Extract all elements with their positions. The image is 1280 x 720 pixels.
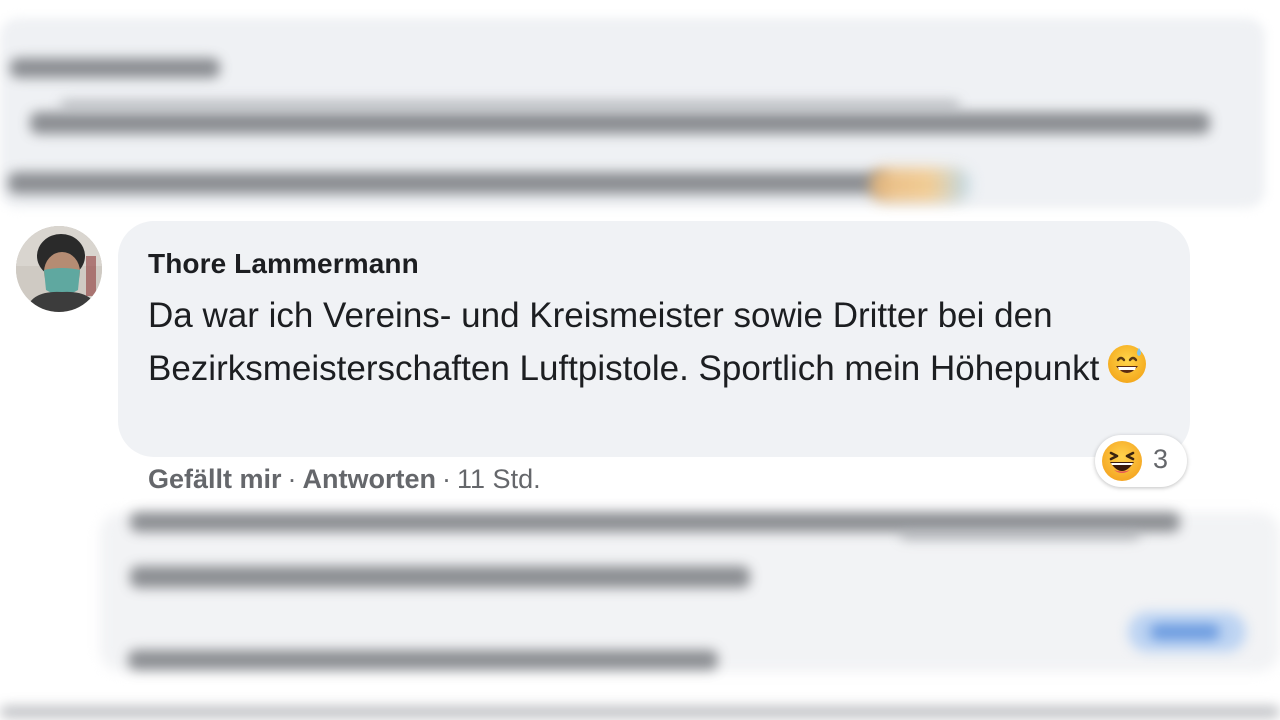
blurred-text-line [8,172,888,194]
like-button[interactable]: Gefällt mir [148,464,282,494]
blurred-text-line [60,100,960,110]
laughing-face-icon [1101,440,1143,482]
blurred-emoji [870,168,970,202]
blurred-text-line [130,566,750,588]
avatar-image [16,226,102,312]
reaction-count: 3 [1153,444,1169,474]
timestamp[interactable]: 11 Std. [457,464,541,494]
blurred-text-line [30,112,1210,134]
blurred-text-line [128,650,718,670]
blurred-author-line [10,58,220,78]
comment-body: Da war ich Vereins- und Kreismeister sow… [148,290,1168,401]
reply-button[interactable]: Antworten [303,464,436,494]
comment-thread: Thore Lammermann Da war ich Vereins- und… [0,0,1280,720]
blurred-text-line [0,706,1280,718]
separator: · [287,464,297,494]
blurred-button [1128,612,1246,652]
separator: · [442,464,452,494]
blurred-text-line [130,512,1180,532]
blurred-text-line [900,530,1140,540]
reaction-summary[interactable]: 3 [1095,435,1187,487]
avatar[interactable] [16,226,102,312]
comment-author[interactable]: Thore Lammermann [148,248,419,280]
comment-actions: Gefällt mir · Antworten · 11 Std. [148,464,541,495]
grinning-face-with-sweat-icon [1105,342,1149,401]
comment-text: Da war ich Vereins- und Kreismeister sow… [148,296,1100,388]
